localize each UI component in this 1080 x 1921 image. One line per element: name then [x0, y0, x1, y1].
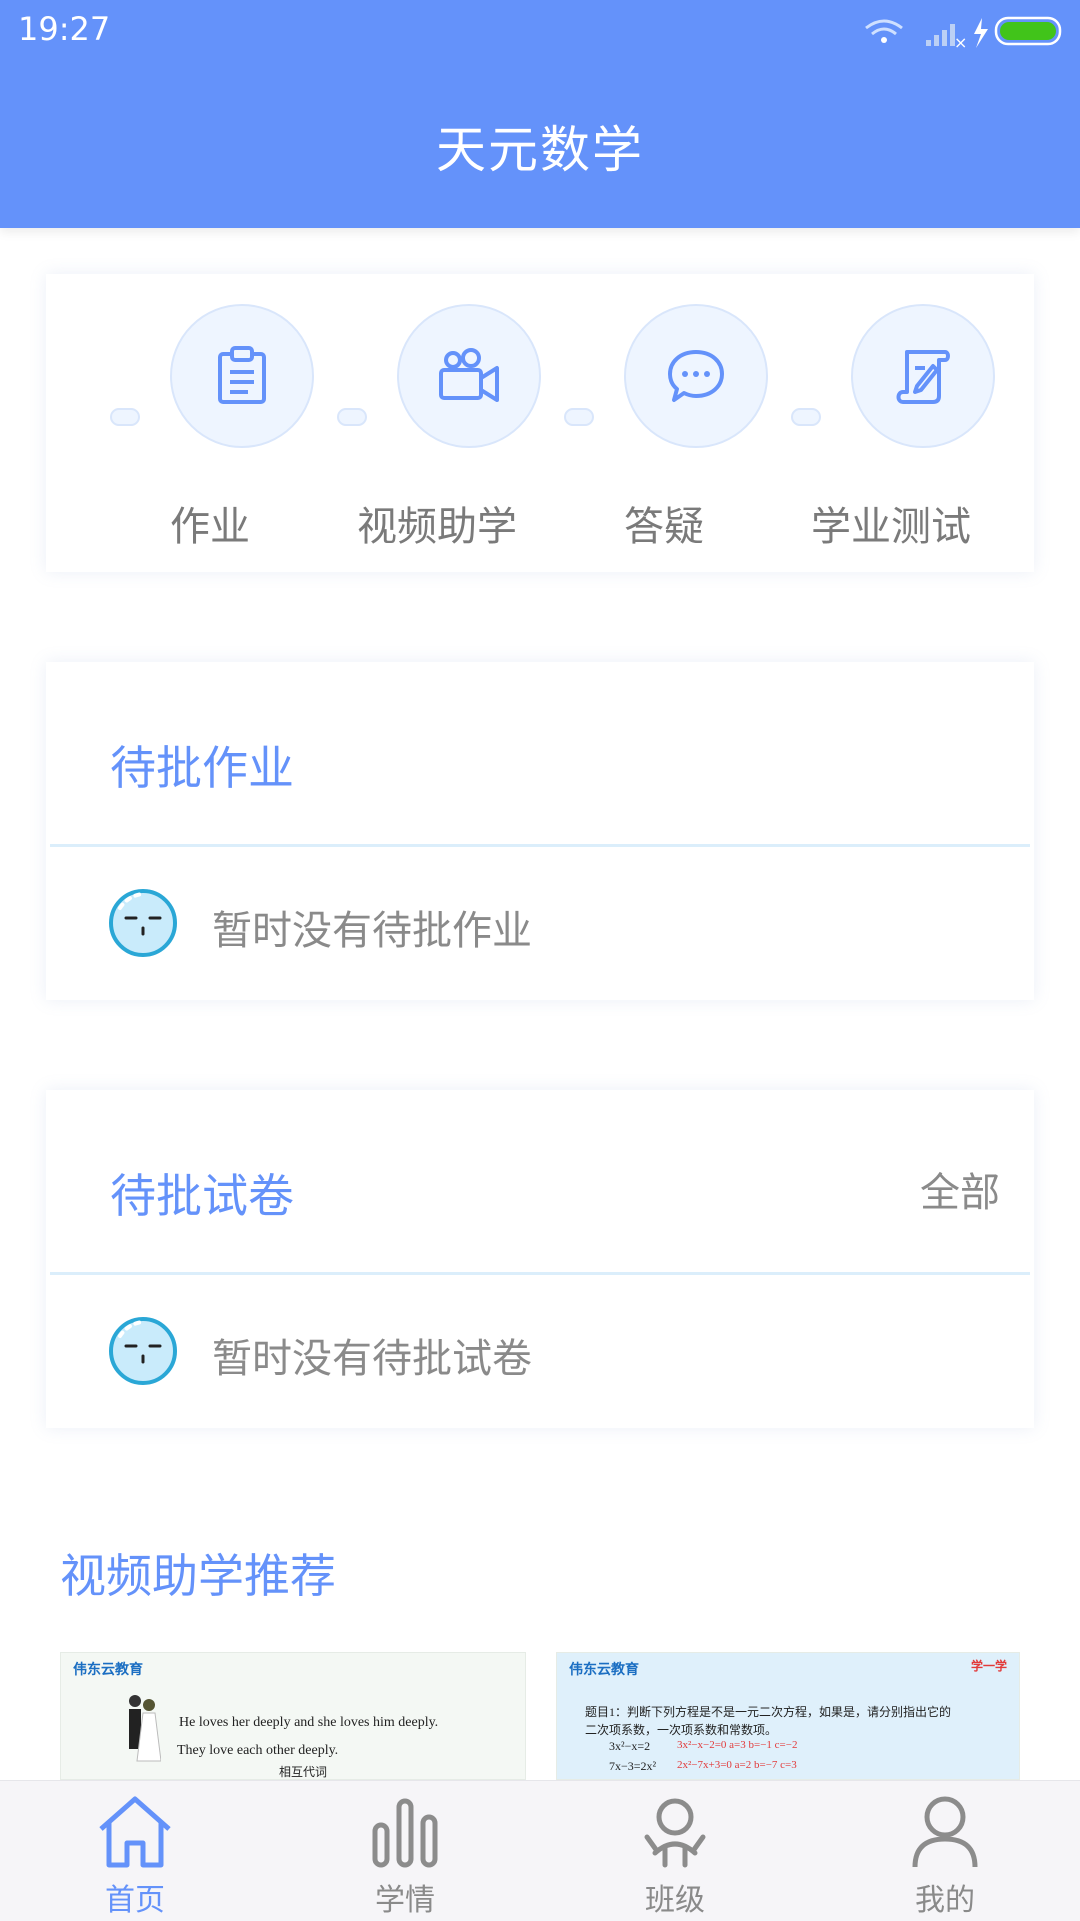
thumb-text-line: 相互代词 [279, 1765, 328, 1779]
quick-action-homework[interactable]: 作业 [110, 304, 314, 554]
chat-bubble-icon [624, 304, 768, 448]
video-thumbnail-english[interactable]: 伟东云教育 He loves her deeply and she loves … [60, 1652, 526, 1780]
quick-action-label: 视频助学 [357, 504, 517, 550]
thumb-text-line: 二次项系数，一次项系数和常数项。 [585, 1723, 778, 1737]
class-group-icon [635, 1791, 715, 1871]
status-icons: × [854, 12, 1064, 52]
quick-actions-card: 作业 视频助学 答疑 学业测试 [46, 274, 1034, 572]
quick-action-label: 答疑 [624, 504, 704, 550]
home-icon [95, 1791, 175, 1871]
thumb-text-line: 3x²−x−2=0 a=3 b=−1 c=−2 [677, 1739, 798, 1751]
charging-icon [974, 18, 988, 48]
thumb-text-line: 题目1：判断下列方程是不是一元二次方程，如果是，请分别指出它的 [585, 1705, 952, 1719]
thumb-logo: 伟东云教育 [73, 1662, 143, 1678]
quick-action-label: 学业测试 [811, 504, 971, 550]
status-time: 19:27 [18, 10, 111, 48]
thumb-text-line: 2x²−7x+3=0 a=2 b=−7 c=3 [677, 1759, 797, 1771]
thumb-logo: 伟东云教育 [569, 1662, 639, 1678]
video-thumbnail-math[interactable]: 伟东云教育 学一学 题目1：判断下列方程是不是一元二次方程，如果是，请分别指出它… [556, 1652, 1020, 1780]
thumb-corner-label: 学一学 [970, 1659, 1007, 1673]
tab-label: 班级 [645, 1883, 705, 1918]
battery-icon [994, 16, 1062, 46]
quick-action-video[interactable]: 视频助学 [337, 304, 541, 554]
video-section-title: 视频助学推荐 [60, 1549, 336, 1603]
signal-icon: × [926, 24, 967, 52]
thumb-text-line: 3x²−x=2 [609, 1739, 651, 1753]
tab-profile[interactable]: 我的 [810, 1781, 1080, 1921]
person-icon [905, 1791, 985, 1871]
page-title: 天元数学 [436, 121, 644, 179]
test-scroll-icon [851, 304, 995, 448]
thumb-text-line: 7x−3=2x² [609, 1759, 657, 1773]
pending-exams-title[interactable]: 待批试卷 [110, 1160, 294, 1226]
video-camera-icon [397, 304, 541, 448]
tab-label: 我的 [915, 1883, 975, 1918]
clipboard-icon [170, 304, 314, 448]
quick-action-test[interactable]: 学业测试 [791, 304, 995, 554]
pending-homework-title[interactable]: 待批作业 [110, 732, 294, 798]
svg-text:×: × [954, 33, 967, 52]
quick-action-label: 作业 [170, 504, 250, 550]
quick-action-qa[interactable]: 答疑 [564, 304, 768, 554]
empty-state-text: 暂时没有待批试卷 [212, 1336, 532, 1382]
thumb-text-line: They love each other deeply. [177, 1743, 339, 1758]
pending-exams-card: 待批试卷 全部 暂时没有待批试卷 [46, 1090, 1034, 1428]
status-bar: 19:27 × [0, 0, 1080, 62]
empty-face-icon [108, 1316, 178, 1386]
thumb-text-line: He loves her deeply and she loves him de… [179, 1715, 439, 1730]
tab-stats[interactable]: 学情 [270, 1781, 540, 1921]
divider [50, 844, 1030, 847]
tab-class[interactable]: 班级 [540, 1781, 810, 1921]
tab-label: 学情 [375, 1883, 435, 1918]
divider [50, 1272, 1030, 1275]
empty-face-icon [108, 888, 178, 958]
wifi-icon [865, 19, 903, 43]
bottom-tab-bar: 首页 学情 班级 我的 [0, 1780, 1080, 1921]
app-header: 19:27 × 天元数学 [0, 0, 1080, 228]
tab-home[interactable]: 首页 [0, 1781, 270, 1921]
pending-homework-card: 待批作业 暂时没有待批作业 [46, 662, 1034, 1000]
view-all-link[interactable]: 全部 [920, 1160, 1000, 1218]
tab-label: 首页 [105, 1883, 165, 1918]
couple-illustration-icon [129, 1695, 161, 1762]
bar-chart-icon [365, 1791, 445, 1871]
empty-state-text: 暂时没有待批作业 [212, 908, 532, 954]
